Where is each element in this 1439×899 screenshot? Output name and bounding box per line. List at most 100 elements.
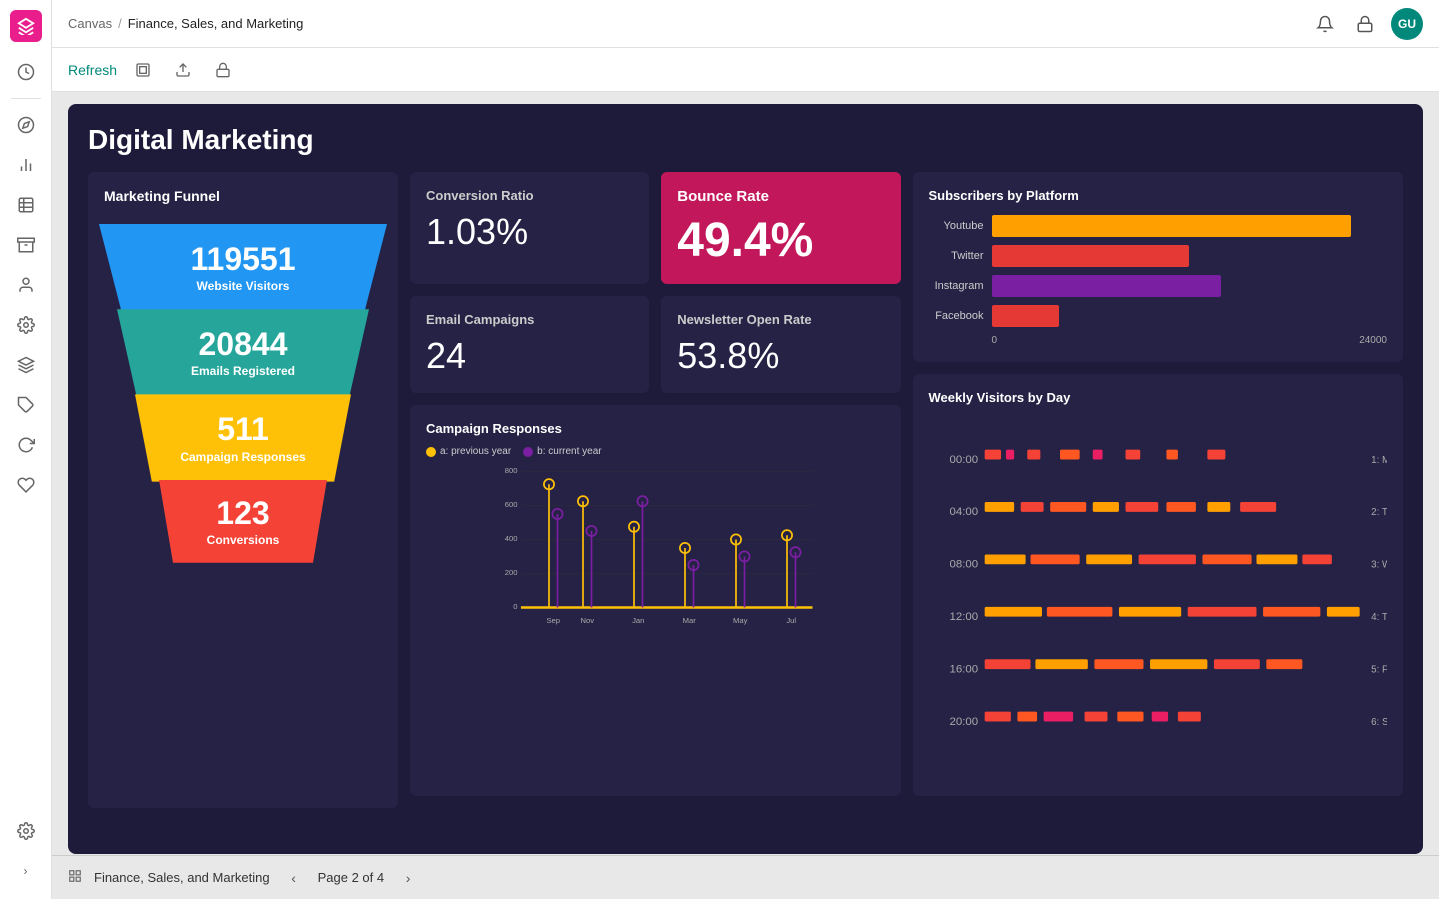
sidebar: › [0,0,52,899]
youtube-label: Youtube [929,220,984,232]
sidebar-icon-heart[interactable] [8,467,44,503]
facebook-label: Facebook [929,310,984,322]
legend-a: a: previous year [440,446,511,457]
sidebar-icon-tag[interactable] [8,387,44,423]
content-wrapper: Canvas / Finance, Sales, and Marketing G… [52,0,1439,899]
topbar-icons: GU [1311,8,1423,40]
youtube-bar [992,215,1352,237]
toolbar-snapshot-icon[interactable] [129,56,157,84]
svg-text:Nov: Nov [580,616,594,625]
main-layout: Marketing Funnel 119551 Website Visitors… [88,172,1403,808]
middle-col: Conversion Ratio 1.03% Bounce Rate 49.4% [410,172,901,796]
bounce-rate-card: Bounce Rate 49.4% [661,172,900,284]
funnel-title: Marketing Funnel [104,188,382,204]
prev-page-button[interactable]: ‹ [282,866,306,890]
refresh-button[interactable]: Refresh [68,62,117,78]
sidebar-icon-chart[interactable] [8,147,44,183]
dashboard-card: Digital Marketing Marketing Funnel 11955… [68,104,1423,854]
bottom-label: Finance, Sales, and Marketing [94,870,270,885]
facebook-bar [992,305,1059,327]
canvas-label: Canvas [68,16,112,31]
app-logo[interactable] [10,10,42,42]
newsletter-label: Newsletter Open Rate [677,312,884,327]
grid-icon [68,869,82,886]
right-col: Subscribers by Platform Youtube Twitter [913,172,1404,796]
funnel-value-1: 119551 [101,242,385,277]
funnel-label-1: Website Visitors [101,279,385,293]
legend-b: b: current year [537,446,601,457]
weekly-card: Weekly Visitors by Day 00:00 04:00 08:00… [913,374,1404,796]
instagram-bar [992,275,1221,297]
campaign-title: Campaign Responses [426,421,885,436]
campaign-card: Campaign Responses a: previous year b: c… [410,405,901,796]
breadcrumb-separator: / [118,16,122,31]
weekly-chart: 00:00 04:00 08:00 12:00 16:00 20:00 [929,415,1388,805]
email-campaigns-card: Email Campaigns 24 [410,296,649,393]
svg-text:4: Thu: 4: Thu [1371,612,1387,623]
svg-text:Jan: Jan [632,616,644,625]
instagram-bar-track [992,275,1388,297]
svg-text:16:00: 16:00 [949,663,978,675]
bounce-label: Bounce Rate [677,188,884,205]
page-indicator: Page 2 of 4 [318,870,385,885]
sidebar-icon-archive[interactable] [8,227,44,263]
lock-icon[interactable] [1351,10,1379,38]
youtube-bar-track [992,215,1388,237]
twitter-label: Twitter [929,250,984,262]
svg-text:6: Sat: 6: Sat [1371,717,1387,728]
funnel-value-4: 123 [159,496,327,531]
facebook-row: Facebook [929,305,1388,327]
dashboard-area: Digital Marketing Marketing Funnel 11955… [52,92,1439,855]
funnel-level-4: 123 Conversions [143,480,343,563]
svg-text:3: Wed: 3: Wed [1371,560,1387,571]
youtube-row: Youtube [929,215,1388,237]
instagram-row: Instagram [929,275,1388,297]
newsletter-value: 53.8% [677,335,884,377]
funnel-level-3: 511 Campaign Responses [123,394,363,481]
notifications-icon[interactable] [1311,10,1339,38]
svg-text:12:00: 12:00 [949,611,978,623]
funnel-value-3: 511 [141,412,345,447]
sidebar-icon-table[interactable] [8,187,44,223]
user-avatar[interactable]: GU [1391,8,1423,40]
funnel-label-3: Campaign Responses [141,450,345,464]
sidebar-icon-gear[interactable] [8,813,44,849]
subs-axis: 0 24000 [929,335,1388,346]
funnel-level-1: 119551 Website Visitors [83,224,403,311]
svg-text:400: 400 [505,534,518,543]
svg-text:Sep: Sep [546,616,560,625]
sidebar-icon-clock[interactable] [8,54,44,90]
metric-row-top: Conversion Ratio 1.03% Bounce Rate 49.4% [410,172,901,284]
conversion-label: Conversion Ratio [426,188,633,203]
sidebar-icon-compass[interactable] [8,107,44,143]
instagram-label: Instagram [929,280,984,292]
page-title: Finance, Sales, and Marketing [128,16,304,31]
svg-text:5: Fri: 5: Fri [1371,664,1387,675]
sidebar-icon-refresh[interactable] [8,427,44,463]
twitter-bar-track [992,245,1388,267]
svg-text:04:00: 04:00 [949,506,978,518]
svg-text:20:00: 20:00 [949,716,978,728]
weekly-title: Weekly Visitors by Day [929,390,1388,405]
toolbar-export-icon[interactable] [169,56,197,84]
sidebar-expand-icon[interactable]: › [8,853,44,889]
dashboard-title: Digital Marketing [88,124,1403,156]
sidebar-divider-1 [11,98,41,99]
svg-text:0: 0 [513,602,517,611]
svg-text:May: May [733,616,748,625]
subscribers-card: Subscribers by Platform Youtube Twitter [913,172,1404,362]
svg-text:Mar: Mar [683,616,697,625]
sidebar-icon-layers[interactable] [8,347,44,383]
twitter-bar [992,245,1190,267]
svg-text:08:00: 08:00 [949,559,978,571]
sidebar-icon-person[interactable] [8,267,44,303]
funnel-value-2: 20844 [121,327,365,362]
newsletter-card: Newsletter Open Rate 53.8% [661,296,900,393]
toolbar-lock-icon[interactable] [209,56,237,84]
sidebar-icon-settings[interactable] [8,307,44,343]
toolbar: Refresh [52,48,1439,92]
funnel-level-2: 20844 Emails Registered [103,309,383,396]
next-page-button[interactable]: › [396,866,420,890]
conversion-ratio-card: Conversion Ratio 1.03% [410,172,649,284]
twitter-row: Twitter [929,245,1388,267]
